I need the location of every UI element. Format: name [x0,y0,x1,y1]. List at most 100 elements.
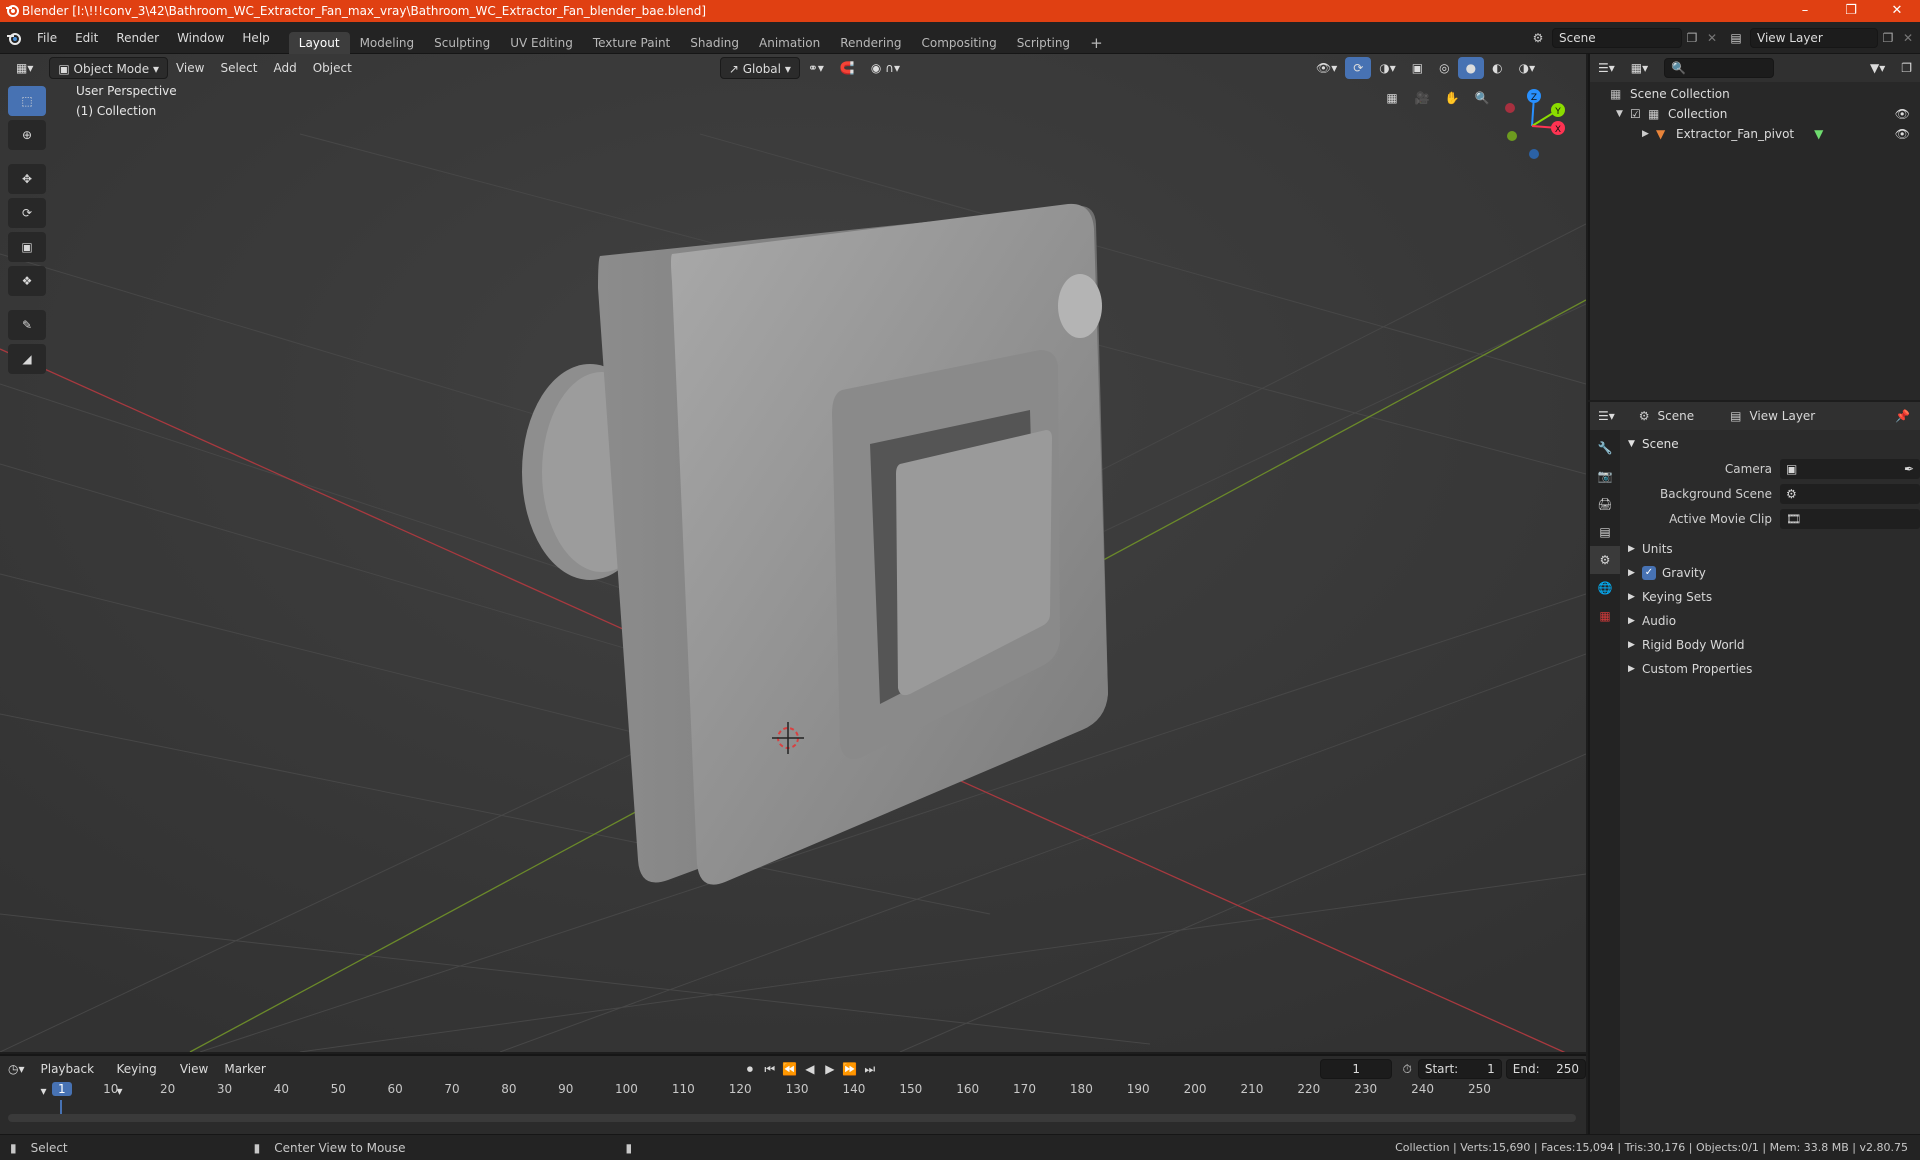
expand-arrow-icon[interactable]: ▶ [1642,124,1656,144]
playback-menu[interactable]: Playback ▾ [33,1058,109,1098]
transform-tool-icon[interactable]: ❖ [8,266,46,296]
context-view-layer-label[interactable]: View Layer [1749,409,1815,423]
menu-help[interactable]: Help [233,22,278,54]
audio-panel-header[interactable]: ▶ Audio [1622,609,1920,633]
play-reverse-icon[interactable]: ◀ [800,1059,820,1079]
scale-tool-icon[interactable]: ▣ [8,232,46,262]
outliner-row-object[interactable]: ▶ ▼ Extractor_Fan_pivot ▼ 👁 [1590,124,1920,144]
marker-menu[interactable]: Marker [216,1058,273,1080]
gravity-checkbox[interactable]: ✓ [1642,566,1656,580]
select-menu[interactable]: Select [212,57,265,79]
maximize-button[interactable]: ❐ [1828,0,1874,22]
tab-modeling[interactable]: Modeling [350,32,425,54]
gizmo-toggle-icon[interactable]: ⟳ [1345,57,1372,79]
tool-tab-icon[interactable]: 🔧 [1590,434,1620,462]
grid-view-icon[interactable]: ▦ [1378,84,1406,112]
menu-render[interactable]: Render [107,22,168,54]
new-scene-icon[interactable]: ❐ [1682,31,1702,45]
eyedropper-icon[interactable]: ✒ [1904,462,1914,476]
world-tab-icon[interactable]: 🌐 [1590,574,1620,602]
jump-keyframe-forward-icon[interactable]: ⏩ [840,1059,860,1079]
outliner-editor-type-icon[interactable]: ☰▾ [1590,57,1623,79]
active-movie-clip-field[interactable]: 🎞 [1780,508,1920,529]
exclude-checkbox-icon[interactable]: ☑ [1630,104,1648,124]
editor-type-icon[interactable]: ▦▾ [8,57,41,79]
expand-arrow-icon[interactable]: ▼ [1616,104,1630,124]
gravity-panel-header[interactable]: ▶ ✓ Gravity [1622,561,1920,585]
outliner-search-input[interactable]: 🔍 [1664,58,1775,78]
menu-edit[interactable]: Edit [66,22,107,54]
pivot-point-icon[interactable]: ⚭▾ [800,57,832,79]
start-frame-field[interactable]: Start: 1 [1417,1059,1502,1079]
timeline-scrollbar[interactable] [8,1114,1576,1122]
annotate-tool-icon[interactable]: ✎ [8,310,46,340]
view-layer-tab-icon[interactable]: ▤ [1590,518,1620,546]
collection-visibility-eye-icon[interactable]: 👁 [1895,104,1910,124]
tab-uv-editing[interactable]: UV Editing [500,32,583,54]
texture-tab-icon[interactable]: ▦ [1590,602,1620,630]
blender-menu-icon[interactable] [0,30,28,46]
pan-hand-icon[interactable]: ✋ [1438,84,1466,112]
record-icon[interactable]: ⏺ [740,1059,760,1079]
units-panel-header[interactable]: ▶ Units [1622,537,1920,561]
mode-dropdown[interactable]: ▣ Object Mode ▾ [49,57,168,79]
delete-view-layer-icon[interactable]: ✕ [1898,31,1918,45]
stopwatch-icon[interactable]: ⏱ [1402,1062,1411,1077]
view-layer-icon[interactable]: ▤ [1722,31,1750,45]
rigid-body-world-panel-header[interactable]: ▶ Rigid Body World [1622,633,1920,657]
output-tab-icon[interactable]: 🖨 [1590,490,1620,518]
scene-name-field[interactable]: Scene [1552,28,1682,48]
tab-shading[interactable]: Shading [680,32,749,54]
tab-animation[interactable]: Animation [749,32,830,54]
scene-tab-icon[interactable]: ⚙ [1590,546,1620,574]
tab-texture-paint[interactable]: Texture Paint [583,32,680,54]
move-tool-icon[interactable]: ✥ [8,164,46,194]
properties-editor-type-icon[interactable]: ☰▾ [1590,405,1623,427]
custom-properties-panel-header[interactable]: ▶ Custom Properties [1622,657,1920,681]
keying-menu[interactable]: Keying ▾ [108,1058,171,1098]
object-data-icon[interactable]: ▼ [1814,124,1823,144]
new-collection-icon[interactable]: ❐ [1893,57,1920,79]
background-scene-field[interactable]: ⚙ [1780,483,1920,504]
rotate-tool-icon[interactable]: ⟳ [8,198,46,228]
jump-start-icon[interactable]: ⏮ [760,1059,780,1079]
3d-viewport[interactable]: ▦▾ ▣ Object Mode ▾ View Select Add Objec… [0,54,1586,1052]
snap-icon[interactable]: 🧲 [832,57,863,79]
orientation-dropdown[interactable]: ↗ Global ▾ [719,57,800,79]
keying-sets-panel-header[interactable]: ▶ Keying Sets [1622,585,1920,609]
minimize-button[interactable]: – [1782,0,1828,22]
outliner-row-scene-collection[interactable]: ▦ Scene Collection [1590,84,1920,104]
delete-scene-icon[interactable]: ✕ [1702,31,1722,45]
display-mode-icon[interactable]: ▦▾ [1623,57,1656,79]
outliner-row-collection[interactable]: ▼ ☑ ▦ Collection 👁 [1590,104,1920,124]
timeline-view-menu[interactable]: View [172,1058,216,1080]
timeline-editor-type-icon[interactable]: ◷▾ [0,1058,33,1080]
menu-window[interactable]: Window [168,22,233,54]
current-frame-field[interactable]: 1 [1319,1059,1393,1079]
camera-field[interactable]: ▣ ✒ [1780,458,1920,479]
close-button[interactable]: ✕ [1874,0,1920,22]
render-tab-icon[interactable]: 📷 [1590,462,1620,490]
navigation-gizmo[interactable]: Z Y X [1498,86,1568,162]
object-visibility-eye-icon[interactable]: 👁 [1895,124,1910,144]
end-frame-field[interactable]: End: 250 [1505,1059,1586,1079]
material-shading-icon[interactable]: ◐ [1484,57,1510,79]
select-box-tool-icon[interactable]: ⬚ [8,86,46,116]
add-menu[interactable]: Add [266,57,305,79]
new-view-layer-icon[interactable]: ❐ [1878,31,1898,45]
view-menu[interactable]: View [168,57,212,79]
menu-file[interactable]: File [28,22,66,54]
scene-panel-header[interactable]: ▼ Scene [1622,432,1920,456]
context-scene-label[interactable]: Scene [1658,409,1695,423]
overlays-toggle-icon[interactable]: ◑▾ [1371,57,1404,79]
filter-icon[interactable]: ▼▾ [1862,57,1893,79]
xray-toggle-icon[interactable]: ▣ [1404,57,1431,79]
pin-icon[interactable]: 📌 [1895,409,1910,423]
rendered-shading-icon[interactable]: ◑▾ [1511,57,1544,79]
jump-end-icon[interactable]: ⏭ [860,1059,880,1079]
view-layer-name-field[interactable]: View Layer [1750,28,1878,48]
tab-compositing[interactable]: Compositing [911,32,1006,54]
wireframe-shading-icon[interactable]: ◎ [1431,57,1457,79]
add-workspace-button[interactable]: + [1080,32,1113,54]
proportional-edit-icon[interactable]: ◉ ∩▾ [863,57,908,79]
